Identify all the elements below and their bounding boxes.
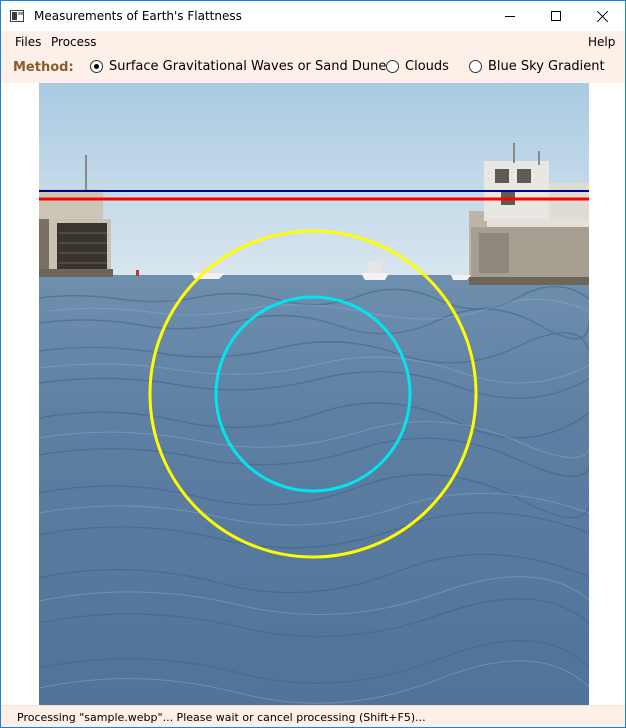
title-bar[interactable]: Measurements of Earth's Flattness: [1, 1, 625, 31]
image-canvas: [1, 83, 625, 705]
method-selector: Method: Surface Gravitational Waves or S…: [1, 55, 625, 81]
sample-photo: [39, 83, 589, 705]
toolbar-area: Files Process Help Method: Surface Gravi…: [1, 31, 625, 83]
radio-clouds[interactable]: Clouds: [386, 59, 449, 74]
maximize-icon: [551, 11, 561, 21]
radio-blue-sky-label[interactable]: Blue Sky Gradient: [488, 59, 605, 74]
method-label: Method:: [13, 60, 74, 75]
radio-clouds-label[interactable]: Clouds: [405, 59, 449, 74]
menu-files[interactable]: Files: [15, 35, 41, 49]
app-window: Measurements of Earth's Flattness Files …: [0, 0, 626, 728]
radio-surface-waves-label[interactable]: Surface Gravitational Waves or Sand Dune…: [109, 59, 393, 74]
radio-unchecked-icon[interactable]: [386, 60, 399, 73]
photo-svg: [39, 83, 589, 705]
menu-bar: Files Process Help: [1, 31, 625, 53]
menu-process[interactable]: Process: [51, 35, 97, 49]
status-text: Processing "sample.webp"... Please wait …: [17, 711, 426, 724]
radio-unchecked-icon[interactable]: [469, 60, 482, 73]
minimize-button[interactable]: [487, 1, 533, 31]
radio-blue-sky[interactable]: Blue Sky Gradient: [469, 59, 605, 74]
app-icon: [10, 10, 24, 22]
menu-help[interactable]: Help: [588, 35, 615, 49]
status-bar: Processing "sample.webp"... Please wait …: [1, 705, 625, 727]
close-button[interactable]: [579, 1, 625, 31]
minimize-icon: [505, 15, 515, 17]
window-title: Measurements of Earth's Flattness: [34, 9, 242, 23]
radio-checked-icon[interactable]: [90, 60, 103, 73]
close-icon: [597, 11, 608, 22]
radio-surface-waves[interactable]: Surface Gravitational Waves or Sand Dune…: [90, 59, 393, 74]
maximize-button[interactable]: [533, 1, 579, 31]
